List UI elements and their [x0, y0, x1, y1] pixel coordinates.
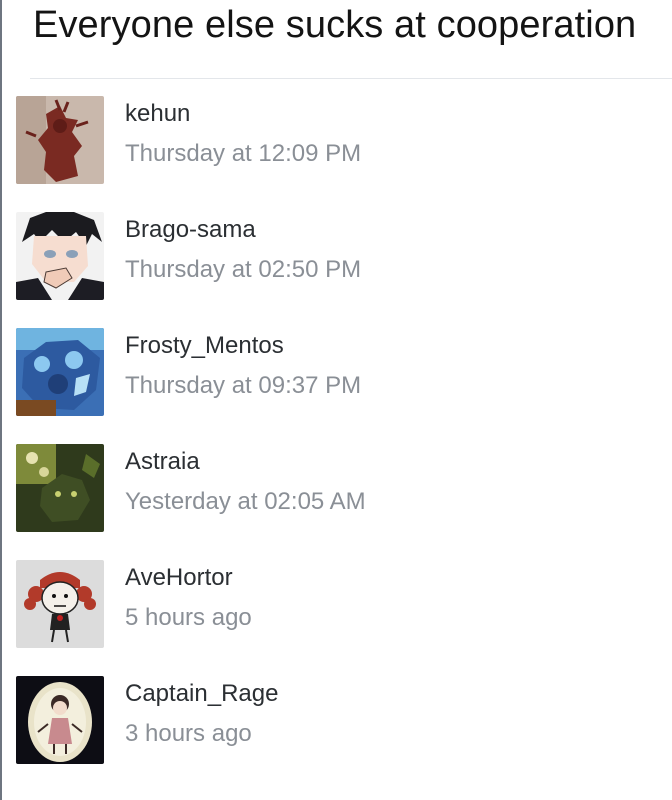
avatar-red-pigtails-girl-icon[interactable] [16, 560, 104, 648]
list-item[interactable]: Astraia Yesterday at 02:05 AM [16, 444, 656, 534]
avatar-blue-creature-icon[interactable] [16, 328, 104, 416]
title-divider [30, 78, 672, 79]
timestamp: Thursday at 12:09 PM [125, 140, 362, 167]
timestamp: Thursday at 02:50 PM [125, 256, 362, 283]
timestamp: Thursday at 09:37 PM [125, 372, 362, 399]
username[interactable]: Frosty_Mentos [125, 332, 284, 360]
list-item[interactable]: kehun Thursday at 12:09 PM [16, 96, 656, 186]
timestamp: 3 hours ago [125, 720, 252, 747]
timestamp: 5 hours ago [125, 604, 252, 631]
username[interactable]: AveHortor [125, 564, 233, 592]
username[interactable]: kehun [125, 100, 190, 128]
username[interactable]: Captain_Rage [125, 680, 278, 708]
username[interactable]: Brago-sama [125, 216, 256, 244]
avatar-green-forest-icon[interactable] [16, 444, 104, 532]
list-item[interactable]: Brago-sama Thursday at 02:50 PM [16, 212, 656, 302]
page-left-border [0, 0, 2, 800]
avatar-girl-in-oval-icon[interactable] [16, 676, 104, 764]
timestamp: Yesterday at 02:05 AM [125, 488, 366, 515]
username[interactable]: Astraia [125, 448, 200, 476]
page-title: Everyone else sucks at cooperation [33, 4, 637, 46]
list-item[interactable]: AveHortor 5 hours ago [16, 560, 656, 650]
avatar-dark-red-figure-icon[interactable] [16, 96, 104, 184]
list-item[interactable]: Frosty_Mentos Thursday at 09:37 PM [16, 328, 656, 418]
avatar-anime-boy-icon[interactable] [16, 212, 104, 300]
list-item[interactable]: Captain_Rage 3 hours ago [16, 676, 656, 766]
